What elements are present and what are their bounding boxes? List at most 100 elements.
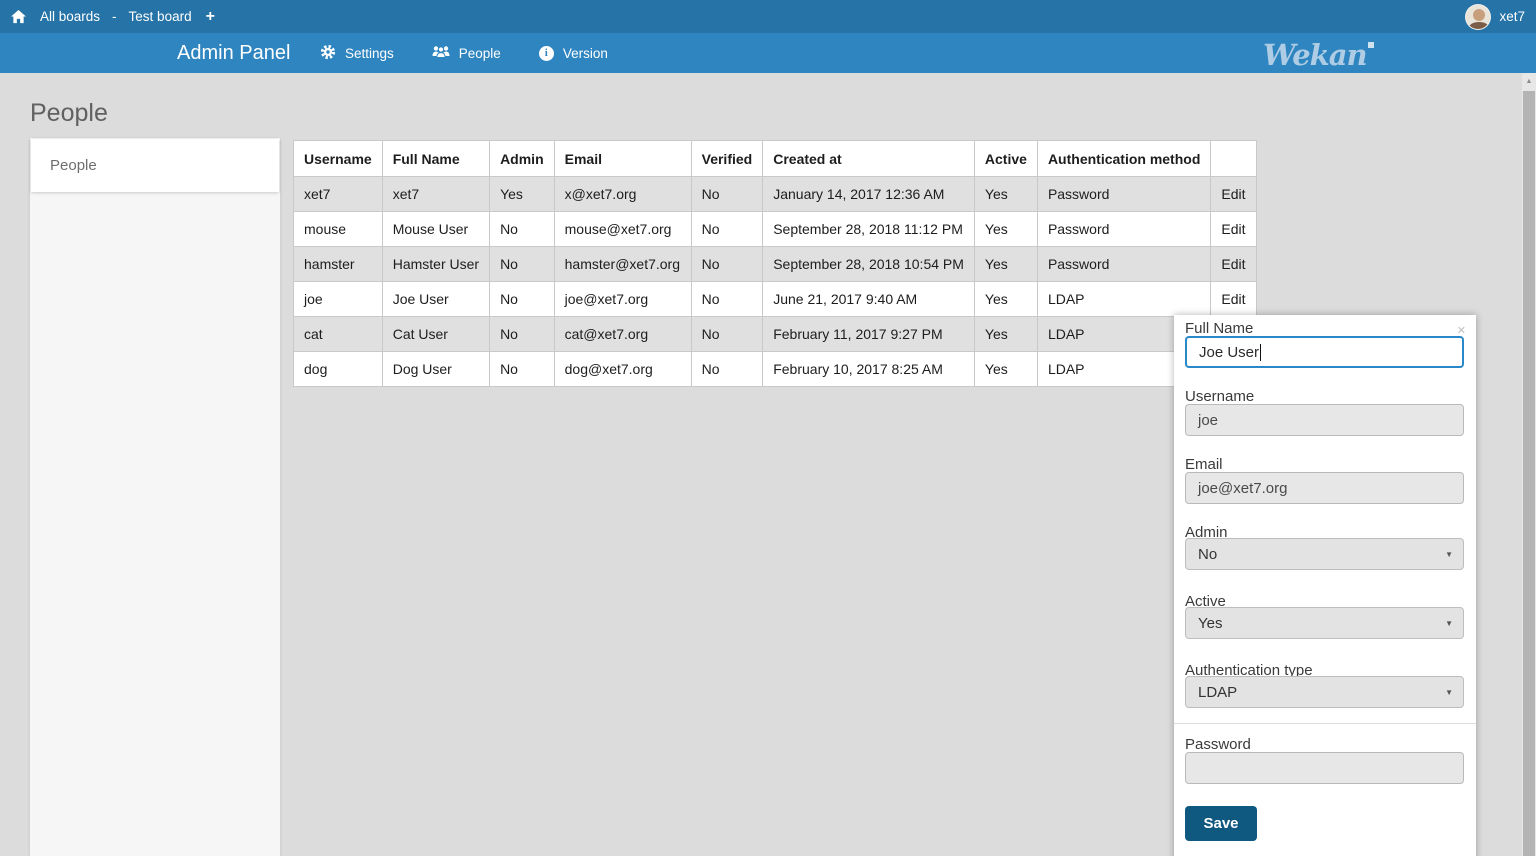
breadcrumb: All boards - Test board + <box>11 8 215 26</box>
table-row: cat Cat User No cat@xet7.org No February… <box>294 317 1257 352</box>
cell-active: Yes <box>974 317 1037 352</box>
table-row: joe Joe User No joe@xet7.org No June 21,… <box>294 282 1257 317</box>
cell-created-at: February 11, 2017 9:27 PM <box>763 317 975 352</box>
cell-username: mouse <box>294 212 383 247</box>
col-auth-method: Authentication method <box>1037 141 1210 177</box>
nav-settings-label: Settings <box>345 46 394 61</box>
sidebar-item-people[interactable]: People <box>31 139 279 192</box>
cell-username: joe <box>294 282 383 317</box>
home-icon[interactable] <box>11 10 26 24</box>
cell-verified: No <box>691 177 763 212</box>
cell-active: Yes <box>974 282 1037 317</box>
user-menu[interactable]: xet7 <box>1465 4 1525 30</box>
cell-email: joe@xet7.org <box>554 282 691 317</box>
top-bar: All boards - Test board + xet7 <box>0 0 1536 33</box>
info-icon: i <box>539 46 554 61</box>
text-caret <box>1260 344 1261 361</box>
active-select[interactable]: Yes ▼ <box>1185 607 1464 639</box>
edit-user-link[interactable]: Edit <box>1221 256 1245 272</box>
cell-full-name: Joe User <box>382 282 489 317</box>
breadcrumb-all-boards[interactable]: All boards <box>40 9 100 24</box>
cell-active: Yes <box>974 177 1037 212</box>
cell-email: dog@xet7.org <box>554 352 691 387</box>
email-input[interactable]: joe@xet7.org <box>1185 472 1464 504</box>
cell-auth-method: Password <box>1037 177 1210 212</box>
col-active: Active <box>974 141 1037 177</box>
cell-created-at: June 21, 2017 9:40 AM <box>763 282 975 317</box>
auth-type-select[interactable]: LDAP ▼ <box>1185 676 1464 708</box>
chevron-down-icon: ▼ <box>1445 619 1453 628</box>
cell-admin: No <box>490 282 555 317</box>
cell-active: Yes <box>974 212 1037 247</box>
cell-created-at: September 28, 2018 10:54 PM <box>763 247 975 282</box>
cell-verified: No <box>691 282 763 317</box>
add-board-icon[interactable]: + <box>206 8 215 26</box>
admin-select[interactable]: No ▼ <box>1185 538 1464 570</box>
cell-admin: Yes <box>490 177 555 212</box>
cell-auth-method: LDAP <box>1037 282 1210 317</box>
cell-created-at: January 14, 2017 12:36 AM <box>763 177 975 212</box>
nav-version[interactable]: i Version <box>539 46 608 61</box>
table-row: xet7 xet7 Yes x@xet7.org No January 14, … <box>294 177 1257 212</box>
edit-user-panel: ✕ Full Name Joe User Username joe Email … <box>1174 315 1476 856</box>
cell-username: xet7 <box>294 177 383 212</box>
sidebar-item-label: People <box>50 157 97 174</box>
cell-verified: No <box>691 212 763 247</box>
cell-full-name: Hamster User <box>382 247 489 282</box>
divider <box>1174 723 1476 724</box>
col-actions <box>1211 141 1256 177</box>
col-username: Username <box>294 141 383 177</box>
col-verified: Verified <box>691 141 763 177</box>
scroll-up-icon[interactable]: ▲ <box>1522 73 1536 85</box>
col-full-name: Full Name <box>382 141 489 177</box>
page-scrollbar[interactable]: ▲ <box>1522 73 1536 856</box>
nav-settings[interactable]: Settings <box>320 44 394 63</box>
logo-dot <box>1368 42 1374 48</box>
cell-username: dog <box>294 352 383 387</box>
col-created-at: Created at <box>763 141 975 177</box>
cell-active: Yes <box>974 352 1037 387</box>
avatar[interactable] <box>1465 4 1491 30</box>
chevron-down-icon: ▼ <box>1445 550 1453 559</box>
breadcrumb-board[interactable]: Test board <box>129 9 192 24</box>
full-name-label: Full Name <box>1185 320 1253 337</box>
cell-email: cat@xet7.org <box>554 317 691 352</box>
cell-full-name: Cat User <box>382 317 489 352</box>
full-name-input[interactable]: Joe User <box>1185 336 1464 368</box>
people-table: Username Full Name Admin Email Verified … <box>293 140 1257 387</box>
cell-admin: No <box>490 352 555 387</box>
admin-header: Admin Panel Settings <box>0 33 1536 73</box>
col-email: Email <box>554 141 691 177</box>
sidebar <box>30 138 280 856</box>
cell-username: cat <box>294 317 383 352</box>
cell-admin: No <box>490 247 555 282</box>
edit-user-link[interactable]: Edit <box>1221 186 1245 202</box>
table-row: hamster Hamster User No hamster@xet7.org… <box>294 247 1257 282</box>
username-label: Username <box>1185 388 1254 405</box>
cell-auth-method: Password <box>1037 212 1210 247</box>
nav-people-label: People <box>459 46 501 61</box>
chevron-down-icon: ▼ <box>1445 688 1453 697</box>
cell-verified: No <box>691 317 763 352</box>
scrollbar-thumb[interactable] <box>1523 91 1535 856</box>
edit-user-link[interactable]: Edit <box>1221 221 1245 237</box>
username-input[interactable]: joe <box>1185 404 1464 436</box>
people-icon <box>432 44 450 62</box>
cell-admin: No <box>490 317 555 352</box>
cell-full-name: Mouse User <box>382 212 489 247</box>
cell-auth-method: Password <box>1037 247 1210 282</box>
cell-created-at: September 28, 2018 11:12 PM <box>763 212 975 247</box>
email-label: Email <box>1185 456 1223 473</box>
page-title: People <box>30 99 108 128</box>
save-button[interactable]: Save <box>1185 806 1257 841</box>
table-row: mouse Mouse User No mouse@xet7.org No Se… <box>294 212 1257 247</box>
cell-email: x@xet7.org <box>554 177 691 212</box>
password-input[interactable] <box>1185 752 1464 784</box>
edit-user-link[interactable]: Edit <box>1221 291 1245 307</box>
wekan-admin-app: All boards - Test board + xet7 Admin Pan… <box>0 0 1536 856</box>
gear-icon <box>320 44 336 63</box>
cell-active: Yes <box>974 247 1037 282</box>
cell-verified: No <box>691 352 763 387</box>
nav-people[interactable]: People <box>432 44 501 62</box>
cell-created-at: February 10, 2017 8:25 AM <box>763 352 975 387</box>
